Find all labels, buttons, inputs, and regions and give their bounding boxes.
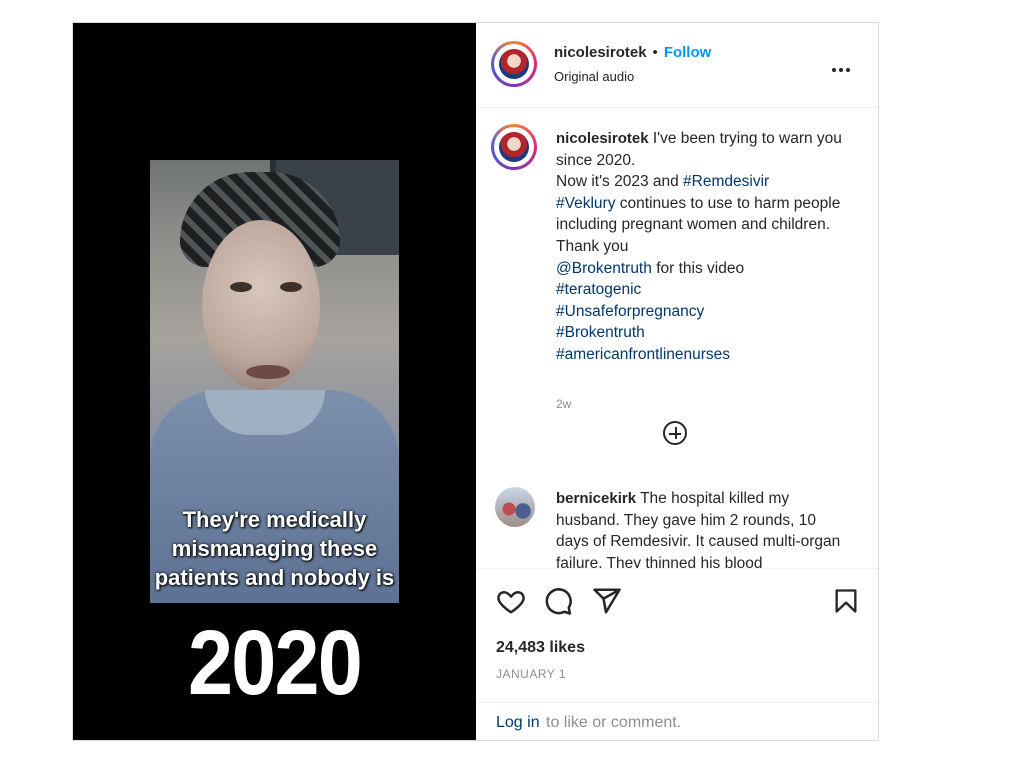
more-icon[interactable] [832, 59, 854, 72]
login-bar: Log in to like or comment. [476, 702, 878, 742]
heart-icon[interactable] [496, 586, 526, 616]
header-line: nicolesirotek • Follow [554, 44, 711, 62]
post-sidebar: nicolesirotek • Follow Original audio nico… [476, 23, 878, 740]
comment-avatar[interactable] [495, 487, 535, 527]
video-player[interactable]: They're medically mismanaging these pati… [73, 23, 476, 740]
video-caption: They're medically mismanaging these pati… [113, 505, 436, 592]
post-header: nicolesirotek • Follow Original audio [476, 23, 878, 108]
avatar-image [499, 49, 529, 79]
caption-text: Now it's 2023 and [556, 173, 679, 191]
avatar-image [499, 132, 529, 162]
year-overlay: 2020 [187, 612, 363, 714]
login-link[interactable]: Log in [496, 714, 540, 732]
post-time[interactable]: 2w [556, 397, 571, 411]
avatar-ring [494, 44, 534, 84]
post-caption: nicolesirotek I've been trying to warn y… [556, 128, 846, 366]
video-caption-line: patients and nobody is [154, 565, 395, 590]
share-icon[interactable] [592, 586, 622, 616]
hashtag-link[interactable]: #americanfrontlinenurses [556, 346, 730, 363]
instagram-post: They're medically mismanaging these pati… [72, 22, 879, 741]
eye-left [230, 282, 252, 292]
caption-avatar[interactable] [491, 124, 537, 170]
caption-username[interactable]: nicolesirotek [556, 130, 649, 147]
mention-link[interactable]: @Brokentruth [556, 260, 652, 277]
post-date[interactable]: JANUARY 1 [496, 667, 566, 681]
follow-button[interactable]: Follow [664, 44, 712, 61]
mouth [246, 365, 290, 379]
comment-username[interactable]: bernicekirk [556, 490, 636, 507]
avatar-ring [494, 127, 534, 167]
like-count[interactable]: 24,483 likes [496, 639, 585, 657]
username-link[interactable]: nicolesirotek [554, 44, 647, 61]
comments-area[interactable]: nicolesirotek I've been trying to warn y… [476, 108, 878, 568]
load-more-icon[interactable] [663, 421, 687, 445]
comment-text: bernicekirk The hospital killed my husba… [556, 488, 851, 568]
caption-text: for this video [656, 259, 745, 277]
hashtag-link[interactable]: #Brokentruth [556, 324, 645, 341]
hashtag-link[interactable]: #teratogenic [556, 281, 641, 298]
comment-icon[interactable] [543, 586, 573, 616]
login-prompt: to like or comment. [546, 714, 682, 731]
hashtag-link[interactable]: #Unsafeforpregnancy [556, 303, 704, 320]
action-bar: 24,483 likes JANUARY 1 Log in to like or… [476, 568, 878, 741]
hashtag-link[interactable]: #Veklury [556, 195, 615, 212]
bookmark-icon[interactable] [832, 586, 860, 616]
video-caption-line: mismanaging these [171, 536, 378, 561]
separator-dot: • [652, 44, 658, 61]
video-caption-line: They're medically [182, 507, 367, 532]
eye-right [280, 282, 302, 292]
avatar[interactable] [491, 41, 537, 87]
hashtag-link[interactable]: #Remdesivir [683, 173, 769, 190]
audio-label[interactable]: Original audio [554, 69, 634, 84]
